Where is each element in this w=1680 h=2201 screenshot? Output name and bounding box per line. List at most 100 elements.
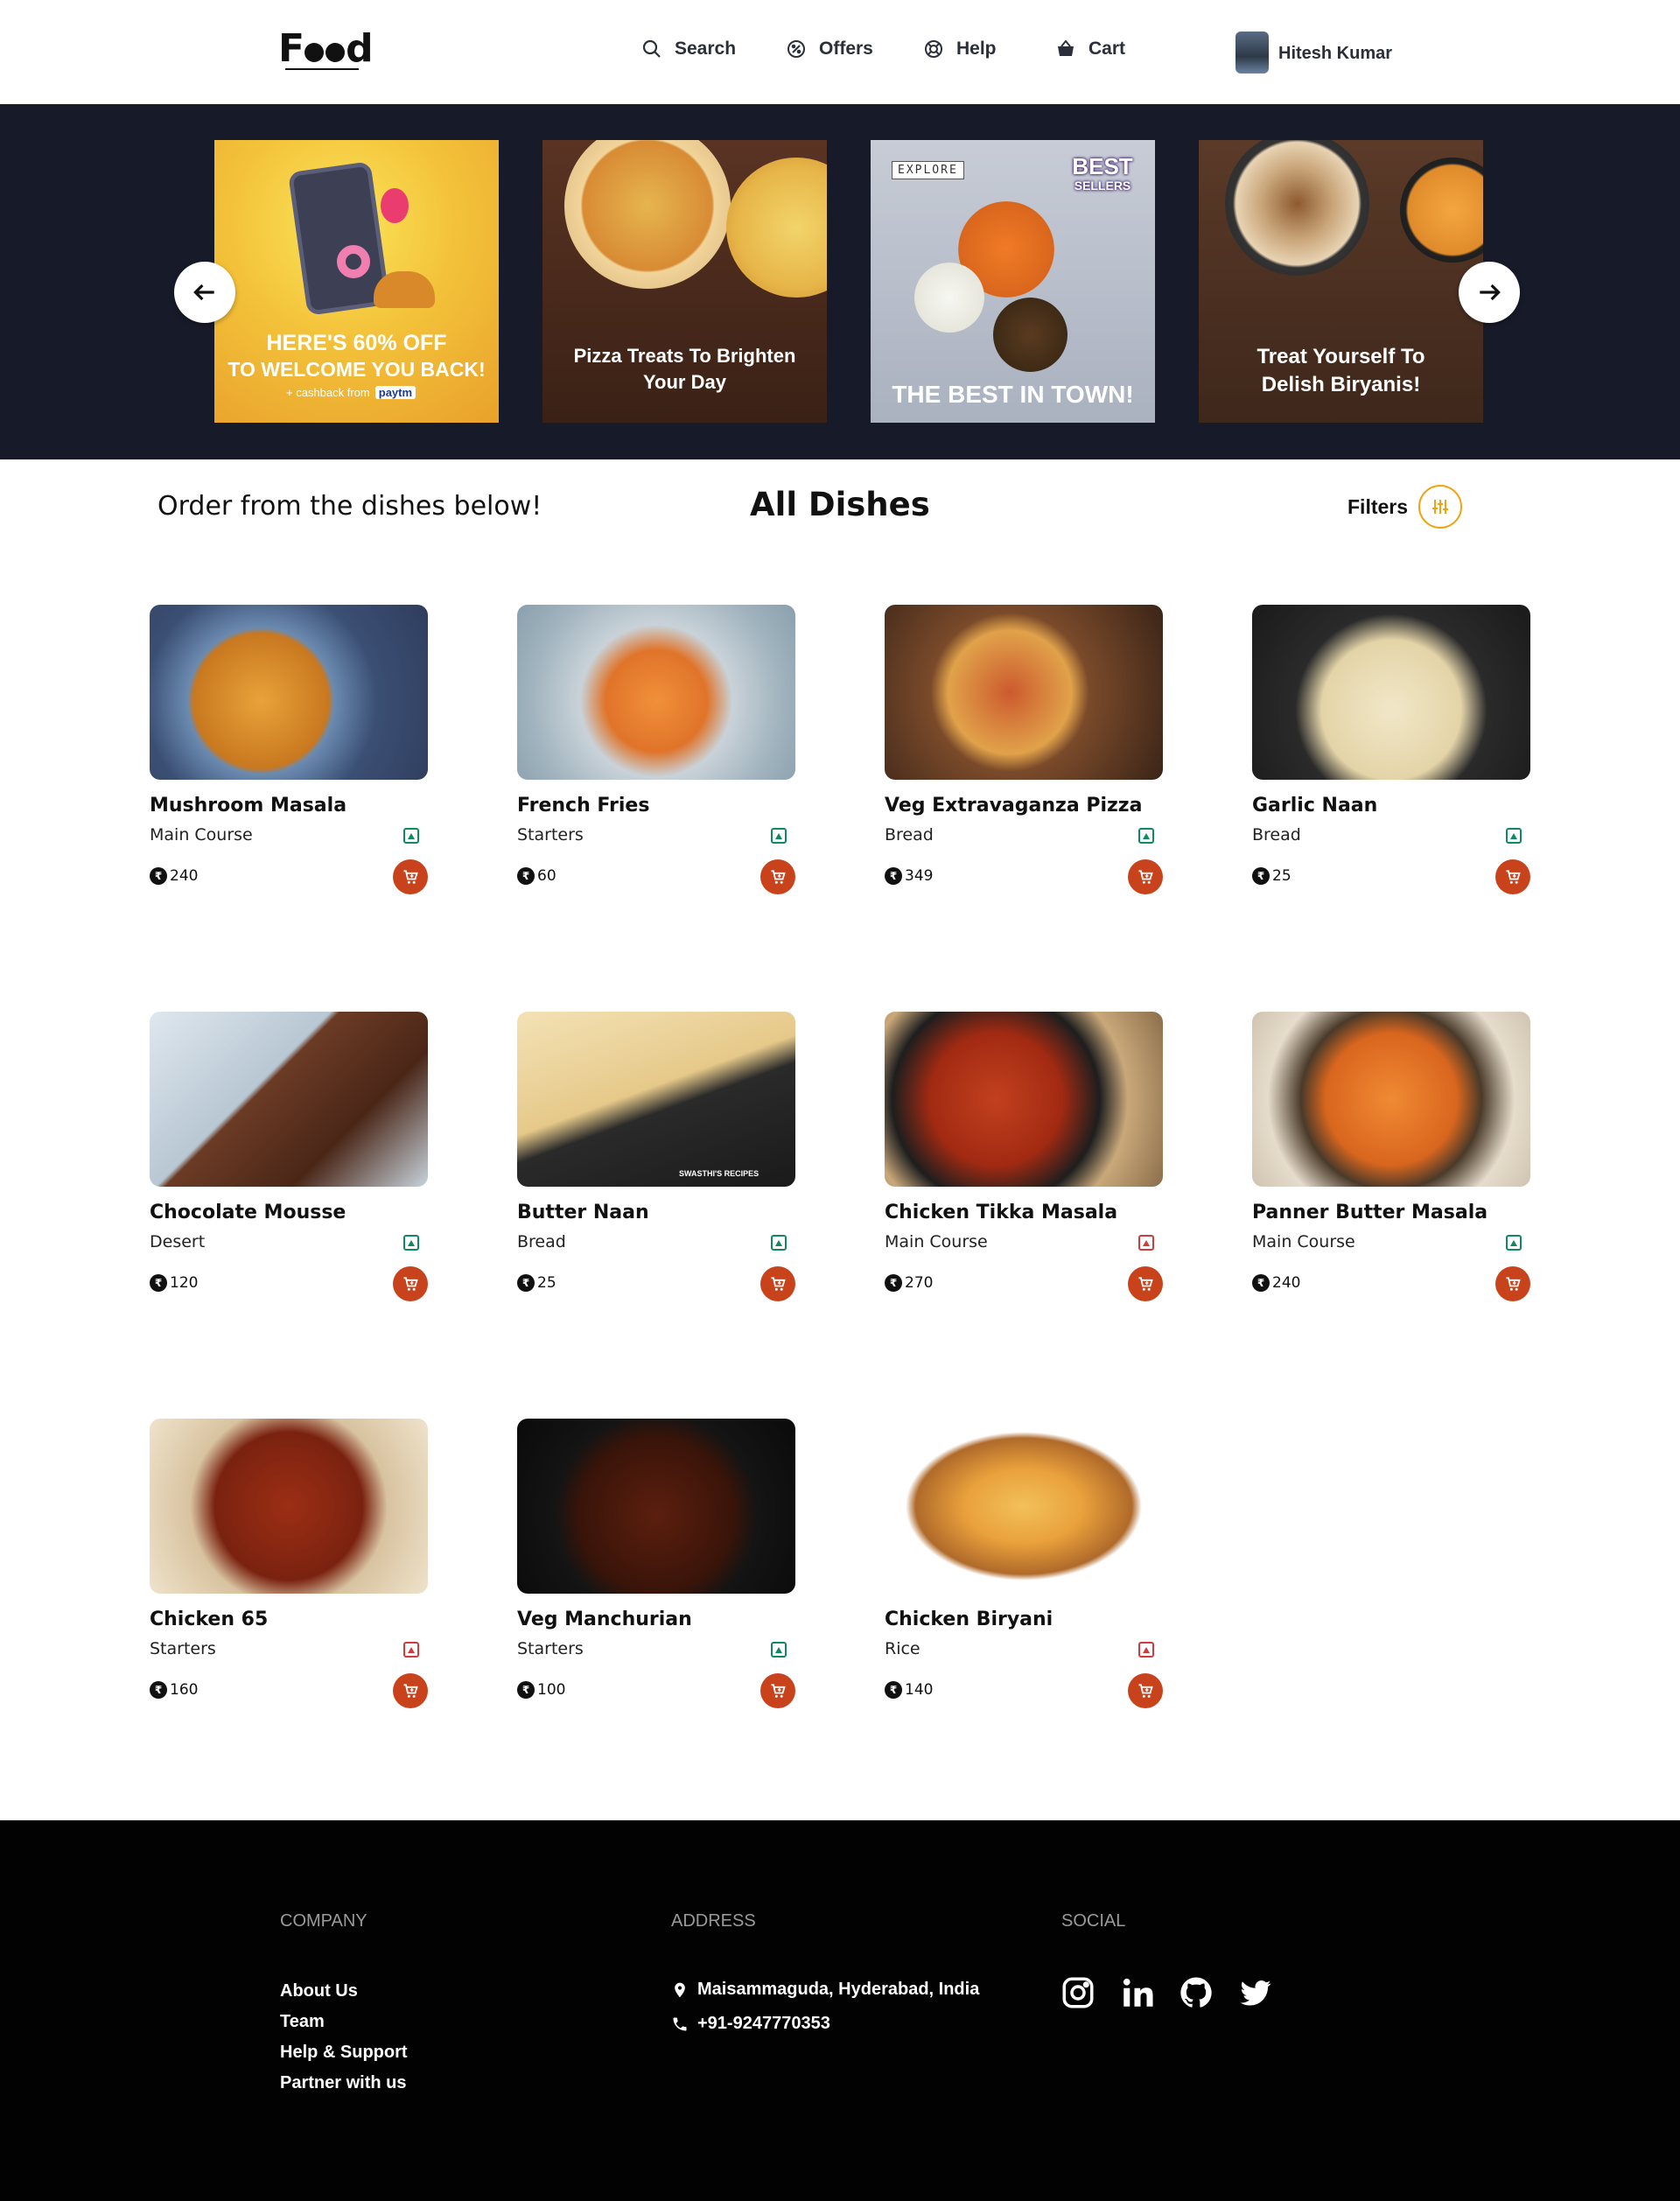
- order-subheading: Order from the dishes below!: [158, 491, 542, 522]
- dish-price: ₹25: [517, 1274, 556, 1292]
- dish-name: Garlic Naan: [1252, 795, 1378, 817]
- dish-image[interactable]: [885, 1419, 1163, 1594]
- add-to-cart-button[interactable]: [1128, 1266, 1163, 1301]
- dish-image[interactable]: [1252, 1012, 1530, 1187]
- logo[interactable]: Fd: [278, 26, 374, 71]
- dish-card[interactable]: French Fries Starters ₹60: [517, 605, 795, 894]
- add-to-cart-button[interactable]: [393, 1673, 428, 1708]
- footer-social-heading: SOCIAL: [1061, 1911, 1126, 1931]
- add-to-cart-button[interactable]: [1495, 859, 1530, 894]
- footer-link-help[interactable]: Help & Support: [280, 2043, 408, 2063]
- add-to-cart-button[interactable]: [1128, 1673, 1163, 1708]
- rupee-icon: ₹: [517, 867, 535, 885]
- nonveg-indicator-icon: [403, 1642, 419, 1658]
- dish-card[interactable]: Chicken 65 Starters ₹160: [150, 1419, 428, 1708]
- dish-image[interactable]: [885, 1012, 1163, 1187]
- offers-carousel: HERE'S 60% OFF TO WELCOME YOU BACK! + ca…: [0, 104, 1680, 459]
- dish-category: Starters: [517, 1639, 584, 1658]
- nav-search[interactable]: Search: [641, 39, 736, 60]
- dish-name: Chicken Biryani: [885, 1609, 1054, 1630]
- nav-offers-label: Offers: [819, 39, 873, 59]
- rupee-icon: ₹: [1252, 1274, 1270, 1292]
- slide-4-line2: Delish Biryanis!: [1261, 373, 1421, 396]
- nav-search-label: Search: [675, 39, 737, 59]
- slide-1-line2: TO WELCOME YOU BACK!: [228, 358, 486, 381]
- dish-card[interactable]: Mushroom Masala Main Course ₹240: [150, 605, 428, 894]
- add-to-cart-button[interactable]: [1495, 1266, 1530, 1301]
- carousel-prev-button[interactable]: [174, 262, 235, 323]
- carousel-slide-biryani[interactable]: Treat Yourself To Delish Biryanis!: [1199, 140, 1483, 423]
- dish-card[interactable]: Chocolate Mousse Desert ₹120: [150, 1012, 428, 1301]
- footer-link-partner[interactable]: Partner with us: [280, 2073, 406, 2093]
- dish-card[interactable]: Butter Naan Bread ₹25 SWASTHI'S RECIPES: [517, 1012, 795, 1301]
- dish-image[interactable]: [517, 1419, 795, 1594]
- footer-company-heading: COMPANY: [280, 1911, 368, 1931]
- carousel-slide-offer[interactable]: HERE'S 60% OFF TO WELCOME YOU BACK! + ca…: [214, 140, 499, 423]
- dish-card[interactable]: Veg Extravaganza Pizza Bread ₹349: [885, 605, 1163, 894]
- nav-help[interactable]: Help: [923, 39, 997, 60]
- arrow-left-icon: [193, 284, 214, 301]
- dish-price: ₹160: [150, 1681, 198, 1699]
- dish-category: Desert: [150, 1232, 206, 1251]
- nonveg-indicator-icon: [1138, 1642, 1154, 1658]
- rupee-icon: ₹: [150, 1681, 167, 1699]
- add-to-cart-button[interactable]: [760, 859, 795, 894]
- add-to-cart-button[interactable]: [760, 1266, 795, 1301]
- dish-price: ₹140: [885, 1681, 933, 1699]
- nav-offers[interactable]: Offers: [786, 39, 873, 60]
- nav-cart[interactable]: Cart: [1055, 39, 1125, 60]
- add-to-cart-button[interactable]: [760, 1673, 795, 1708]
- dish-price-value: 270: [905, 1274, 934, 1292]
- cart-icon: [403, 1277, 418, 1291]
- pizza-illustration-2: [726, 158, 827, 298]
- instagram-icon[interactable]: [1060, 1974, 1096, 2011]
- dish-card[interactable]: Garlic Naan Bread ₹25: [1252, 605, 1530, 894]
- dish-image[interactable]: [1252, 605, 1530, 780]
- dish-card[interactable]: Panner Butter Masala Main Course ₹240: [1252, 1012, 1530, 1301]
- rupee-icon: ₹: [885, 1681, 902, 1699]
- dish-name: Panner Butter Masala: [1252, 1202, 1488, 1223]
- cart-icon: [1506, 1277, 1521, 1291]
- donut-illustration: [337, 245, 370, 278]
- rupee-icon: ₹: [150, 867, 167, 885]
- image-watermark: SWASTHI'S RECIPES: [679, 1169, 760, 1178]
- github-icon[interactable]: [1178, 1974, 1214, 2011]
- dish-image[interactable]: [150, 605, 428, 780]
- dish-card[interactable]: Veg Manchurian Starters ₹100: [517, 1419, 795, 1708]
- dish-name: Chicken Tikka Masala: [885, 1202, 1118, 1223]
- logo-underline: [285, 68, 359, 70]
- nav-cart-label: Cart: [1088, 39, 1126, 59]
- cart-icon: [403, 1684, 418, 1698]
- filters-button[interactable]: Filters: [1348, 485, 1463, 529]
- cart-icon: [771, 1277, 786, 1291]
- dish-price-value: 25: [537, 1274, 556, 1292]
- dish-category: Main Course: [885, 1232, 988, 1251]
- twitter-icon[interactable]: [1237, 1974, 1274, 2011]
- user-name[interactable]: Hitesh Kumar: [1278, 44, 1392, 64]
- dish-category: Main Course: [1252, 1232, 1355, 1251]
- dish-card[interactable]: Chicken Biryani Rice ₹140: [885, 1419, 1163, 1708]
- veg-indicator-icon: [403, 1235, 419, 1251]
- page-title: All Dishes: [750, 486, 930, 523]
- dish-card[interactable]: Chicken Tikka Masala Main Course ₹270: [885, 1012, 1163, 1301]
- footer-link-about[interactable]: About Us: [280, 1981, 358, 2001]
- avatar[interactable]: [1236, 32, 1269, 74]
- add-to-cart-button[interactable]: [1128, 859, 1163, 894]
- dish-image[interactable]: [150, 1012, 428, 1187]
- dish-image[interactable]: [517, 1012, 795, 1187]
- veg-indicator-icon: [403, 828, 419, 844]
- footer-link-team[interactable]: Team: [280, 2012, 325, 2032]
- add-to-cart-button[interactable]: [393, 1266, 428, 1301]
- add-to-cart-button[interactable]: [393, 859, 428, 894]
- veg-indicator-icon: [1506, 828, 1522, 844]
- carousel-next-button[interactable]: [1459, 262, 1520, 323]
- dish-image[interactable]: [517, 605, 795, 780]
- carousel-slide-pizza[interactable]: Pizza Treats To Brighten Your Day: [542, 140, 827, 423]
- cart-icon: [1138, 1684, 1153, 1698]
- linkedin-icon[interactable]: [1119, 1974, 1156, 2011]
- footer-phone[interactable]: +91-9247770353: [671, 2014, 830, 2034]
- dish-image[interactable]: [885, 605, 1163, 780]
- cart-icon: [771, 1684, 786, 1698]
- dish-image[interactable]: [150, 1419, 428, 1594]
- carousel-slide-bestsellers[interactable]: EXPLORE BEST SELLERS THE BEST IN TOWN!: [871, 140, 1155, 423]
